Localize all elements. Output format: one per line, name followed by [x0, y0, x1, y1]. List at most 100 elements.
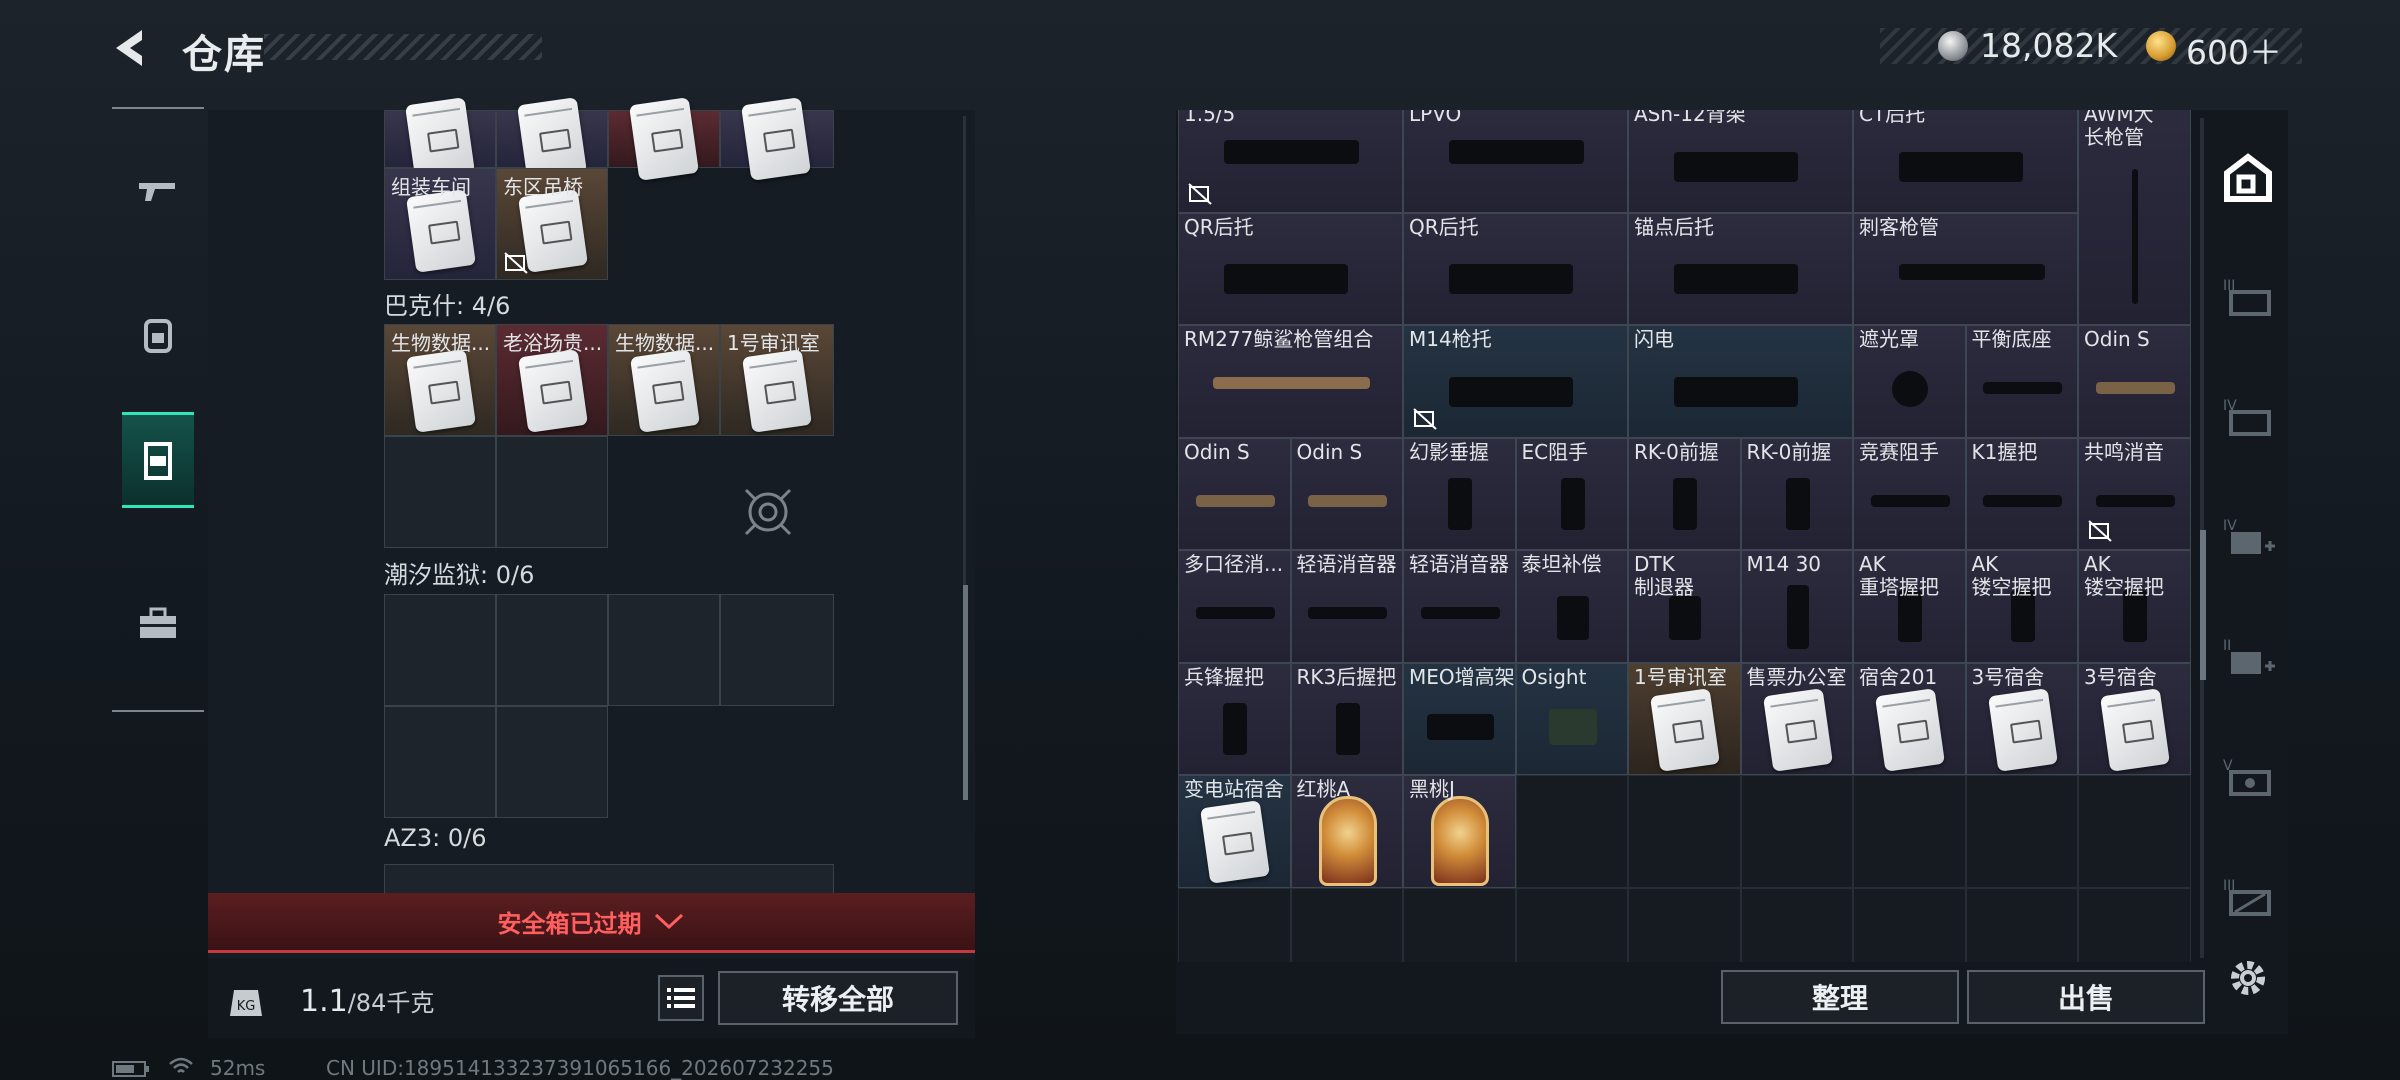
attachment-item[interactable]: AK 镂空握把: [2078, 550, 2191, 663]
attachment-item[interactable]: Odin S: [2078, 325, 2191, 438]
attachment-item[interactable]: QR后托: [1403, 212, 1628, 325]
attachment-item[interactable]: 幻影垂握: [1403, 437, 1516, 550]
attachment-item[interactable]: 闪电: [1628, 325, 1853, 438]
keycard-slot[interactable]: 1号审讯室: [720, 324, 834, 436]
left-scroll-thumb[interactable]: [963, 585, 968, 800]
keycard-slot[interactable]: 生物数据...: [608, 324, 720, 436]
keycard-item[interactable]: 1号审讯室: [1628, 662, 1741, 775]
attachment-item[interactable]: LPVO: [1403, 110, 1628, 213]
keycard-slot[interactable]: 东区吊桥: [496, 168, 608, 280]
empty-slot[interactable]: [384, 864, 834, 894]
attachment-item[interactable]: 轻语消音器: [1290, 550, 1403, 663]
attachment-item[interactable]: RK3后握把: [1290, 662, 1403, 775]
empty-slot[interactable]: [1628, 775, 1741, 888]
empty-slot[interactable]: [720, 594, 834, 706]
list-view-button[interactable]: [658, 975, 704, 1021]
nav-weapons[interactable]: [122, 155, 194, 227]
attachment-item[interactable]: MEO增高架: [1403, 662, 1516, 775]
attachment-item[interactable]: AWM大 长枪管: [2078, 110, 2191, 325]
empty-slot[interactable]: [496, 594, 608, 706]
empty-slot[interactable]: [496, 706, 608, 818]
empty-slot[interactable]: [1178, 887, 1291, 962]
charm-item[interactable]: 黑桃J: [1403, 775, 1516, 888]
empty-slot[interactable]: [1740, 775, 1853, 888]
empty-slot[interactable]: [1628, 887, 1741, 962]
empty-slot[interactable]: [496, 436, 608, 548]
tab-storage-3[interactable]: III: [2216, 266, 2280, 330]
transfer-all-button[interactable]: 转移全部: [718, 971, 958, 1025]
attachment-item[interactable]: 刺客枪管: [1853, 212, 2078, 325]
tab-storage-4[interactable]: IV: [2216, 386, 2280, 450]
attachment-item[interactable]: M14枪托: [1403, 325, 1628, 438]
attachment-item[interactable]: AK 重塔握把: [1853, 550, 1966, 663]
container-slot[interactable]: [496, 97, 608, 181]
empty-slot[interactable]: [1403, 887, 1516, 962]
attachment-item[interactable]: 锚点后托: [1628, 212, 1853, 325]
attachment-item[interactable]: EC阻手: [1515, 437, 1628, 550]
attachment-item[interactable]: 多口径消...: [1178, 550, 1291, 663]
keycard-item[interactable]: 3号宿舍: [2078, 662, 2191, 775]
keycard-item[interactable]: 宿舍201: [1853, 662, 1966, 775]
attachment-item[interactable]: 遮光罩: [1853, 325, 1966, 438]
tab-storage-2-add[interactable]: II: [2216, 626, 2280, 690]
empty-slot[interactable]: [2078, 775, 2191, 888]
tab-storage-5[interactable]: V: [2216, 746, 2280, 810]
empty-slot[interactable]: [384, 594, 496, 706]
attachment-item[interactable]: 兵锋握把: [1178, 662, 1291, 775]
back-arrow-icon[interactable]: [108, 26, 152, 70]
attachment-item[interactable]: CT后托: [1853, 110, 2078, 213]
keycard-slot[interactable]: 生物数据...: [384, 324, 496, 436]
empty-slot[interactable]: [384, 436, 496, 548]
empty-slot[interactable]: [1515, 887, 1628, 962]
gold-currency-value[interactable]: 600＋: [2186, 26, 2282, 74]
settings-button[interactable]: [2216, 946, 2280, 1010]
nav-backpack[interactable]: [122, 299, 194, 371]
sort-button[interactable]: 整理: [1721, 970, 1959, 1024]
container-slot[interactable]: [608, 97, 720, 181]
attachment-item[interactable]: 平衡底座: [1965, 325, 2078, 438]
attachment-item[interactable]: RK-0前握: [1740, 437, 1853, 550]
container-slot[interactable]: [384, 97, 496, 181]
tab-storage-3-alt[interactable]: III: [2216, 866, 2280, 930]
attachment-item[interactable]: 共鸣消音: [2078, 437, 2191, 550]
nav-toolbox[interactable]: [122, 588, 194, 660]
keycard-slot[interactable]: 组装车间: [384, 168, 496, 280]
safe-box-expired-banner[interactable]: 安全箱已过期: [208, 893, 975, 953]
attachment-item[interactable]: Odin S: [1178, 437, 1291, 550]
empty-slot[interactable]: [1853, 887, 1966, 962]
attachment-item[interactable]: 轻语消音器: [1403, 550, 1516, 663]
empty-slot[interactable]: [1965, 887, 2078, 962]
empty-slot[interactable]: [384, 706, 496, 818]
container-slot[interactable]: [720, 97, 834, 181]
attachment-item[interactable]: Osight: [1515, 662, 1628, 775]
attachment-item[interactable]: RK-0前握: [1628, 437, 1741, 550]
attachment-item[interactable]: K1握把: [1965, 437, 2078, 550]
attachment-item[interactable]: DTK 制退器: [1628, 550, 1741, 663]
attachment-item[interactable]: M14 30: [1740, 550, 1853, 663]
right-scroll-thumb[interactable]: [2200, 530, 2206, 680]
attachment-item[interactable]: Odin S: [1290, 437, 1403, 550]
empty-slot[interactable]: [1853, 775, 1966, 888]
attachment-item[interactable]: AK 镂空握把: [1965, 550, 2078, 663]
empty-slot[interactable]: [1965, 775, 2078, 888]
keycard-slot[interactable]: 老浴场贵...: [496, 324, 608, 436]
nav-chest-rig[interactable]: [122, 412, 194, 508]
sell-button[interactable]: 出售: [1967, 970, 2205, 1024]
tab-main-storage[interactable]: [2216, 146, 2280, 210]
tab-storage-4-add[interactable]: IV: [2216, 506, 2280, 570]
attachment-item[interactable]: QR后托: [1178, 212, 1403, 325]
attachment-item[interactable]: 泰坦补偿: [1515, 550, 1628, 663]
attachment-item[interactable]: RM277鲸鲨枪管组合: [1178, 325, 1403, 438]
empty-slot[interactable]: [1290, 887, 1403, 962]
attachment-item[interactable]: 竞赛阻手: [1853, 437, 1966, 550]
empty-slot[interactable]: [2078, 887, 2191, 962]
keycard-item[interactable]: 变电站宿舍: [1178, 775, 1291, 888]
empty-slot[interactable]: [608, 594, 720, 706]
attachment-item[interactable]: 1.5/5: [1178, 110, 1403, 213]
empty-slot[interactable]: [1740, 887, 1853, 962]
keycard-item[interactable]: 售票办公室: [1740, 662, 1853, 775]
attachment-item[interactable]: ASh-12背架: [1628, 110, 1853, 213]
keycard-item[interactable]: 3号宿舍: [1965, 662, 2078, 775]
empty-slot[interactable]: [1515, 775, 1628, 888]
charm-item[interactable]: 红桃A: [1290, 775, 1403, 888]
